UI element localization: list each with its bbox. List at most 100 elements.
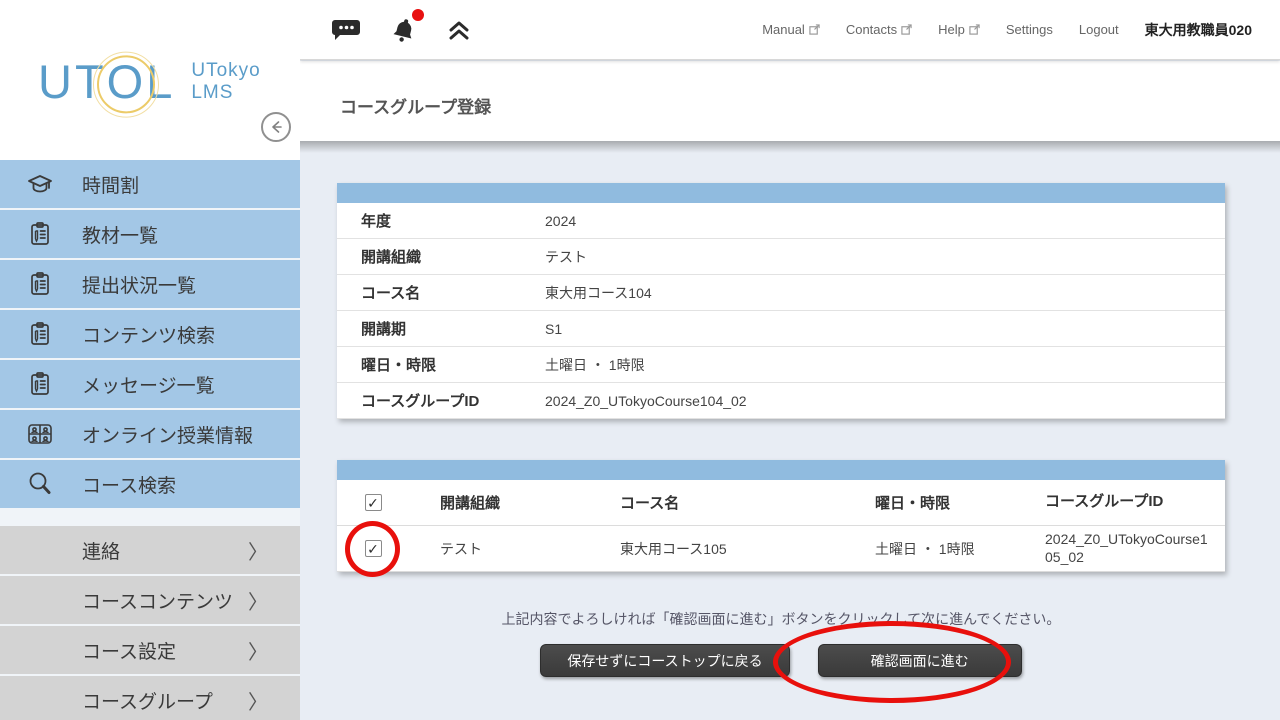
column-header-group-id: コースグループID — [1009, 493, 1225, 512]
utol-lms-app: UTOL UTokyo LMS 時間割 — [0, 0, 1280, 720]
sidebar-item-label: コンテンツ検索 — [82, 321, 215, 348]
row-label: 開講組織 — [337, 246, 545, 267]
sidebar-collapse-button[interactable] — [261, 112, 291, 142]
notification-dot — [412, 9, 424, 21]
chat-icon[interactable] — [332, 16, 362, 44]
row-value: 東大用コース104 — [545, 283, 652, 303]
sidebar-item-label: コースコンテンツ — [82, 587, 233, 614]
manual-link[interactable]: Manual — [762, 22, 820, 37]
sidebar-item-timetable[interactable]: 時間割 — [0, 160, 300, 208]
external-link-icon — [809, 24, 820, 35]
sidebar-item-course-contents[interactable]: コースコンテンツ 〉 — [0, 576, 300, 624]
select-all-checkbox[interactable]: ✓ — [365, 494, 382, 511]
help-link[interactable]: Help — [938, 22, 980, 37]
sidebar-item-contact[interactable]: 連絡 〉 — [0, 526, 300, 574]
row-checkbox[interactable]: ✓ — [365, 540, 382, 557]
instruction-text: 上記内容でよろしければ「確認画面に進む」ボタンをクリックして次に進んでください。 — [337, 609, 1225, 629]
cell-org: テスト — [409, 539, 589, 559]
cell-group-id: 2024_Z0_UTokyoCourse105_02 — [1009, 531, 1225, 566]
utol-logo[interactable]: UTOL UTokyo LMS — [38, 58, 261, 105]
sidebar-item-content-search[interactable]: コンテンツ検索 — [0, 310, 300, 358]
bell-icon[interactable] — [388, 14, 420, 46]
sidebar-item-messages[interactable]: メッセージ一覧 — [0, 360, 300, 408]
table-header-strip — [337, 460, 1225, 480]
settings-link[interactable]: Settings — [1006, 22, 1053, 37]
sidebar-item-materials[interactable]: 教材一覧 — [0, 210, 300, 258]
contacts-link[interactable]: Contacts — [846, 22, 912, 37]
clipboard-icon — [24, 268, 56, 300]
external-link-icon — [901, 24, 912, 35]
sidebar-item-submissions[interactable]: 提出状況一覧 — [0, 260, 300, 308]
row-label: 年度 — [337, 210, 545, 231]
sidebar-item-course-settings[interactable]: コース設定 〉 — [0, 626, 300, 674]
column-header-day: 曜日・時限 — [839, 492, 1009, 513]
sidebar: UTOL UTokyo LMS 時間割 — [0, 0, 300, 720]
back-arrow-icon — [268, 119, 284, 135]
row-label: コース名 — [337, 282, 545, 303]
row-label: 曜日・時限 — [337, 354, 545, 375]
main-content: 年度 2024 開講組織 テスト コース名 東大用コース104 開講期 S1 曜… — [300, 141, 1280, 720]
graduation-cap-icon — [24, 168, 56, 200]
row-value: 土曜日 ・ 1時限 — [545, 355, 645, 375]
chevron-right-icon: 〉 — [248, 686, 268, 715]
logout-link[interactable]: Logout — [1079, 22, 1119, 37]
row-value: テスト — [545, 247, 587, 267]
table-row: ✓ テスト 東大用コース105 土曜日 ・ 1時限 2024_Z0_UTokyo… — [337, 526, 1225, 572]
chevron-right-icon: 〉 — [248, 536, 268, 565]
row-value: S1 — [545, 321, 562, 337]
table-row: 曜日・時限 土曜日 ・ 1時限 — [337, 347, 1225, 383]
search-icon — [24, 468, 56, 500]
online-class-icon — [24, 418, 56, 450]
course-detail-table: 年度 2024 開講組織 テスト コース名 東大用コース104 開講期 S1 曜… — [337, 183, 1225, 419]
external-link-icon — [969, 24, 980, 35]
title-bar: コースグループ登録 — [300, 61, 1280, 141]
logo-o-ring: O — [107, 58, 147, 105]
chevron-right-icon: 〉 — [248, 586, 268, 615]
column-header-course: コース名 — [589, 492, 839, 513]
table-row: 開講期 S1 — [337, 311, 1225, 347]
collapse-up-icon[interactable] — [446, 18, 472, 42]
logo-area: UTOL UTokyo LMS — [0, 0, 300, 160]
top-header: Manual Contacts Help Settings Logout 東大用… — [300, 0, 1280, 60]
chevron-right-icon: 〉 — [248, 636, 268, 665]
clipboard-icon — [24, 318, 56, 350]
logo-subtext: UTokyo LMS — [191, 60, 260, 104]
column-header-org: 開講組織 — [409, 492, 589, 513]
username: 東大用教職員020 — [1145, 20, 1252, 40]
menu-divider — [0, 510, 300, 526]
sidebar-menu: 時間割 教材一覧 提出状況一覧 コンテンツ検索 — [0, 160, 300, 720]
row-value: 2024_Z0_UTokyoCourse104_02 — [545, 393, 747, 409]
cell-day: 土曜日 ・ 1時限 — [839, 539, 1009, 559]
sidebar-item-label: コース検索 — [82, 471, 176, 498]
sidebar-item-label: コース設定 — [82, 637, 176, 664]
sidebar-item-label: オンライン授業情報 — [82, 421, 253, 448]
sidebar-item-label: 連絡 — [82, 537, 120, 564]
table-row: コースグループID 2024_Z0_UTokyoCourse104_02 — [337, 383, 1225, 419]
row-value: 2024 — [545, 213, 576, 229]
table-row: 年度 2024 — [337, 203, 1225, 239]
row-label: 開講期 — [337, 318, 545, 339]
sidebar-item-label: コースグループ — [82, 687, 213, 714]
sidebar-item-online-class[interactable]: オンライン授業情報 — [0, 410, 300, 458]
sidebar-item-label: 時間割 — [82, 171, 139, 198]
header-links: Manual Contacts Help Settings Logout 東大用… — [762, 20, 1252, 40]
back-to-course-top-button[interactable]: 保存せずにコーストップに戻る — [540, 644, 789, 677]
row-label: コースグループID — [337, 390, 545, 411]
button-row: 保存せずにコーストップに戻る 確認画面に進む — [337, 644, 1225, 677]
sidebar-item-label: 教材一覧 — [82, 221, 158, 248]
table-header-row: ✓ 開講組織 コース名 曜日・時限 コースグループID — [337, 480, 1225, 526]
table-row: コース名 東大用コース104 — [337, 275, 1225, 311]
cell-course: 東大用コース105 — [589, 539, 839, 559]
table-row: 開講組織 テスト — [337, 239, 1225, 275]
sidebar-item-label: 提出状況一覧 — [82, 271, 196, 298]
page-title: コースグループ登録 — [340, 93, 491, 118]
sidebar-item-course-group[interactable]: コースグループ 〉 — [0, 676, 300, 720]
proceed-to-confirm-button[interactable]: 確認画面に進む — [818, 644, 1022, 677]
sidebar-item-course-search[interactable]: コース検索 — [0, 460, 300, 508]
header-icons — [332, 14, 472, 46]
sidebar-item-label: メッセージ一覧 — [82, 371, 215, 398]
clipboard-icon — [24, 218, 56, 250]
course-select-table: ✓ 開講組織 コース名 曜日・時限 コースグループID ✓ テスト 東大用コース… — [337, 460, 1225, 572]
table-header-strip — [337, 183, 1225, 203]
clipboard-icon — [24, 368, 56, 400]
